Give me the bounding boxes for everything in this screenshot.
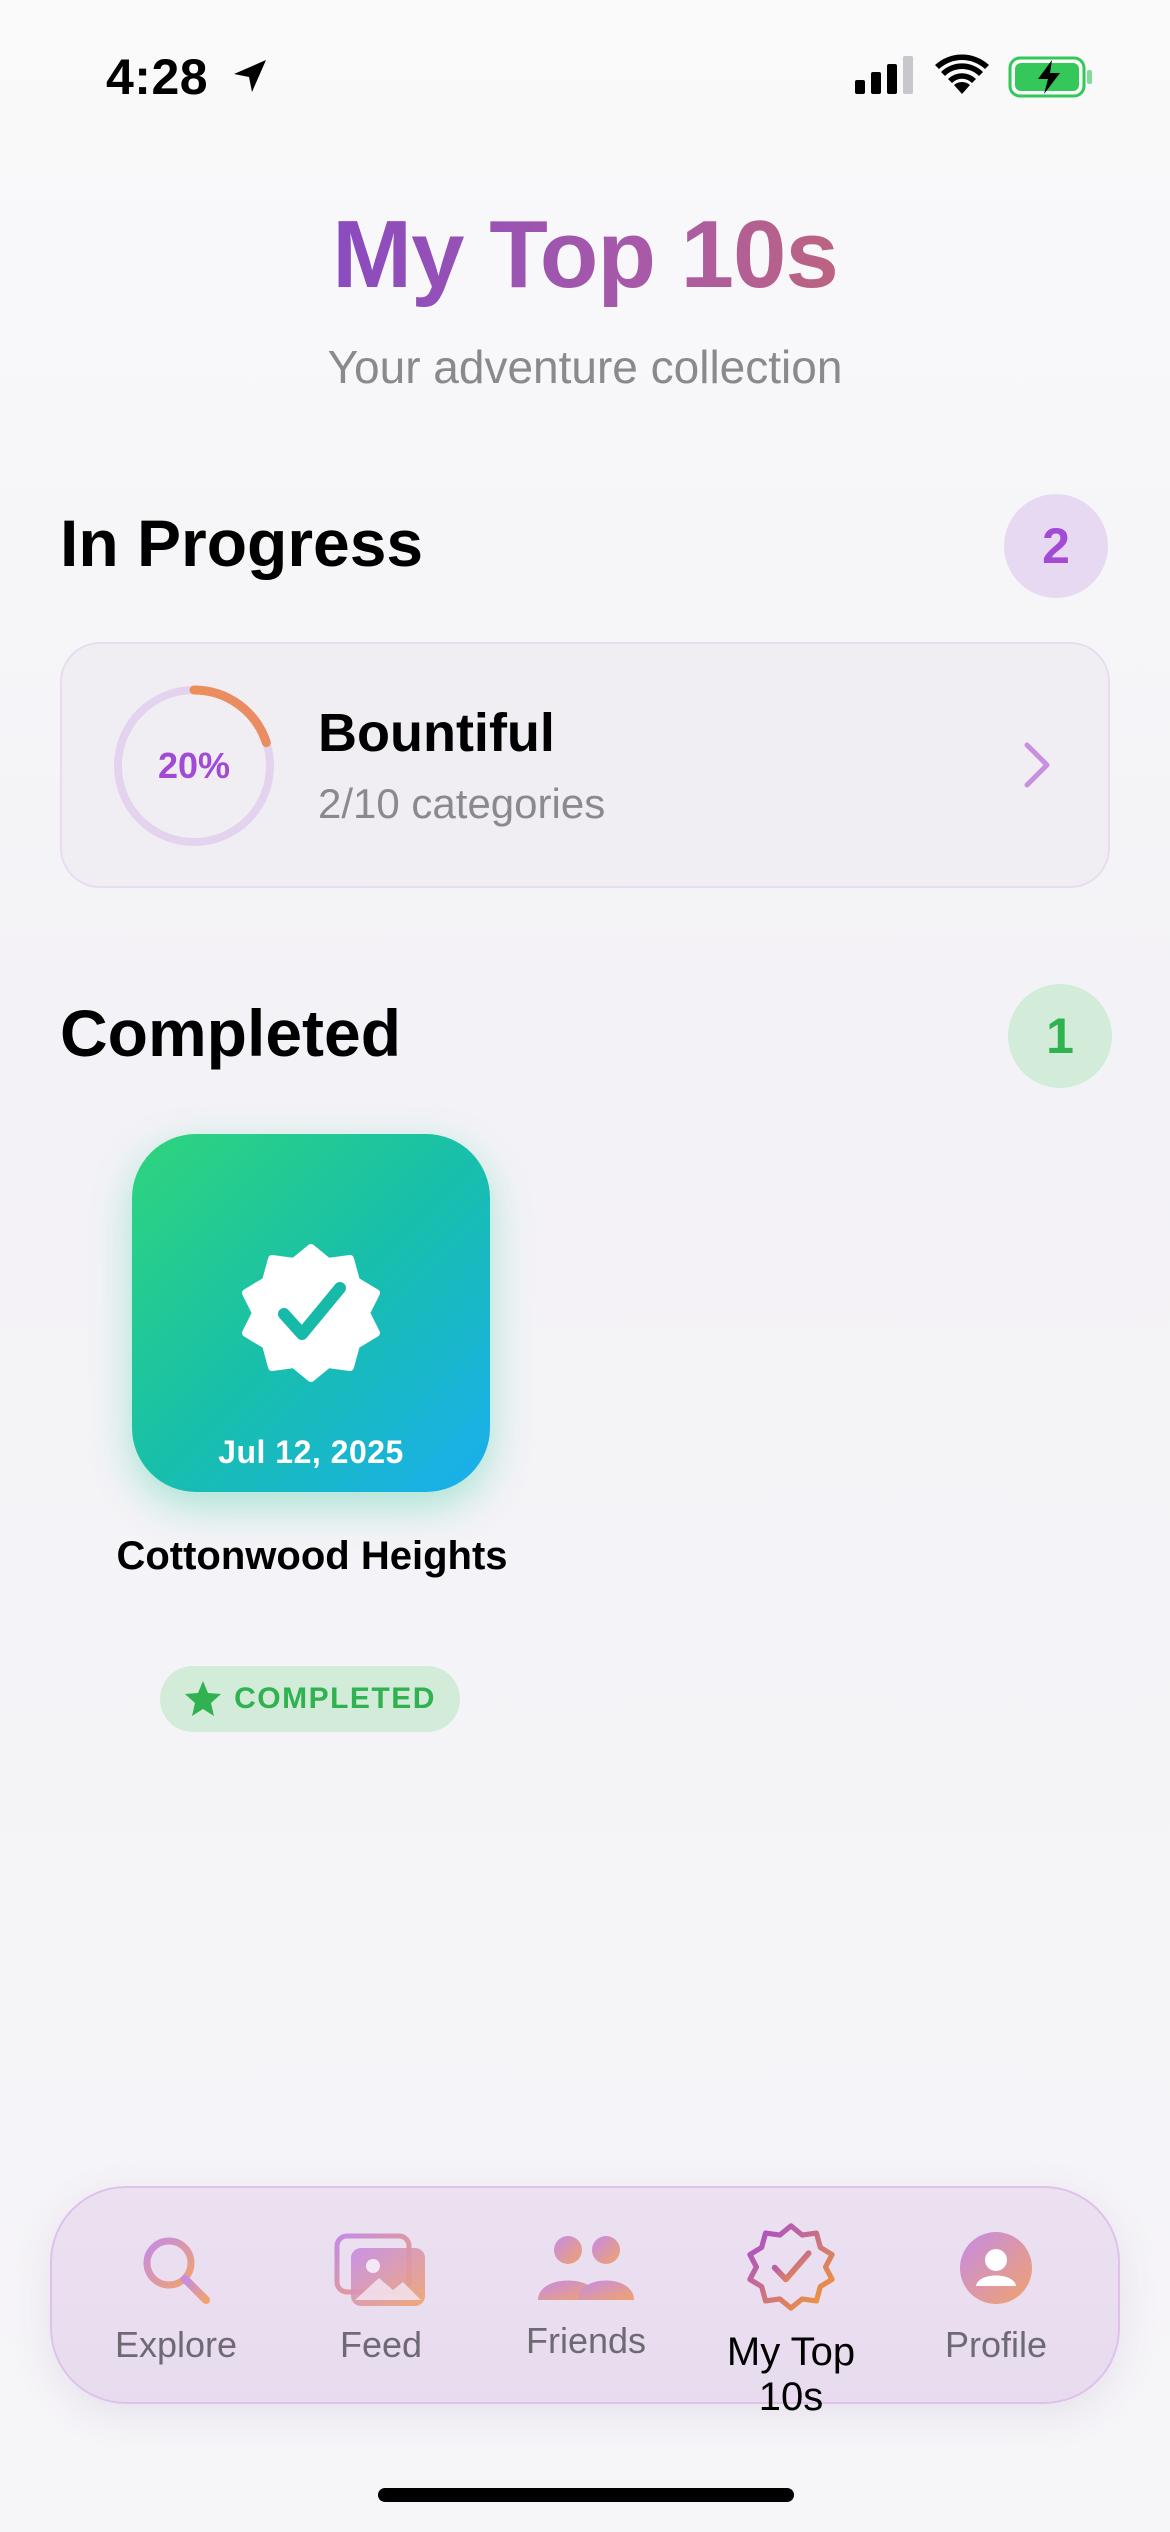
- tab-label-friends: Friends: [525, 2320, 647, 2361]
- completed-tile-cottonwood-heights[interactable]: Jul 12, 2025: [132, 1134, 490, 1492]
- tab-label-explore: Explore: [114, 2324, 238, 2365]
- completed-status-badge: COMPLETED: [160, 1666, 460, 1732]
- progress-card-detail: 2/10 categories: [318, 780, 606, 827]
- in-progress-count-badge: 2: [1004, 494, 1108, 598]
- profile-icon: [960, 2232, 1032, 2304]
- completed-date: Jul 12, 2025: [218, 1434, 404, 1470]
- tab-feed[interactable]: Feed: [281, 2188, 481, 2406]
- check-seal-icon: [747, 2223, 835, 2311]
- progress-card-title: Bountiful: [318, 703, 555, 763]
- tab-label-feed: Feed: [339, 2324, 423, 2365]
- tab-label-my-top-10s: My Top 10s: [726, 2330, 856, 2419]
- wifi-icon: [935, 54, 989, 94]
- people-icon: [538, 2236, 634, 2300]
- page-subtitle: Your adventure collection: [327, 341, 843, 393]
- tab-friends[interactable]: Friends: [486, 2188, 686, 2406]
- completed-tile-name: Cottonwood Heights: [116, 1534, 508, 1578]
- progress-percent: 20%: [157, 745, 231, 786]
- search-icon: [143, 2237, 210, 2304]
- in-progress-heading: In Progress: [60, 506, 424, 580]
- tab-explore[interactable]: Explore: [76, 2188, 276, 2406]
- status-bar: 4:28: [0, 0, 1170, 150]
- progress-card-bountiful[interactable]: 20% Bountiful 2/10 categories: [60, 642, 1110, 888]
- completed-status-label: COMPLETED: [234, 1682, 436, 1715]
- completed-heading: Completed: [60, 996, 402, 1070]
- tab-my-top-10s[interactable]: My Top 10s: [691, 2188, 891, 2419]
- battery-charging-icon: [1008, 56, 1092, 98]
- tab-profile[interactable]: Profile: [896, 2188, 1096, 2406]
- status-time: 4:28: [106, 49, 209, 105]
- check-seal-icon: [242, 1244, 380, 1382]
- star-icon: [185, 1681, 222, 1716]
- page-title: My Top 10s: [0, 200, 1170, 310]
- location-arrow-icon: [234, 60, 266, 92]
- cellular-signal-icon: [855, 56, 913, 94]
- photos-icon: [334, 2233, 425, 2306]
- tab-bar: Explore Feed Friends My Top 10s Profile: [50, 2186, 1120, 2419]
- completed-count-badge: 1: [1008, 984, 1112, 1088]
- chevron-right-icon: [1024, 742, 1050, 788]
- tab-label-profile: Profile: [944, 2324, 1048, 2365]
- home-indicator: [378, 2488, 794, 2502]
